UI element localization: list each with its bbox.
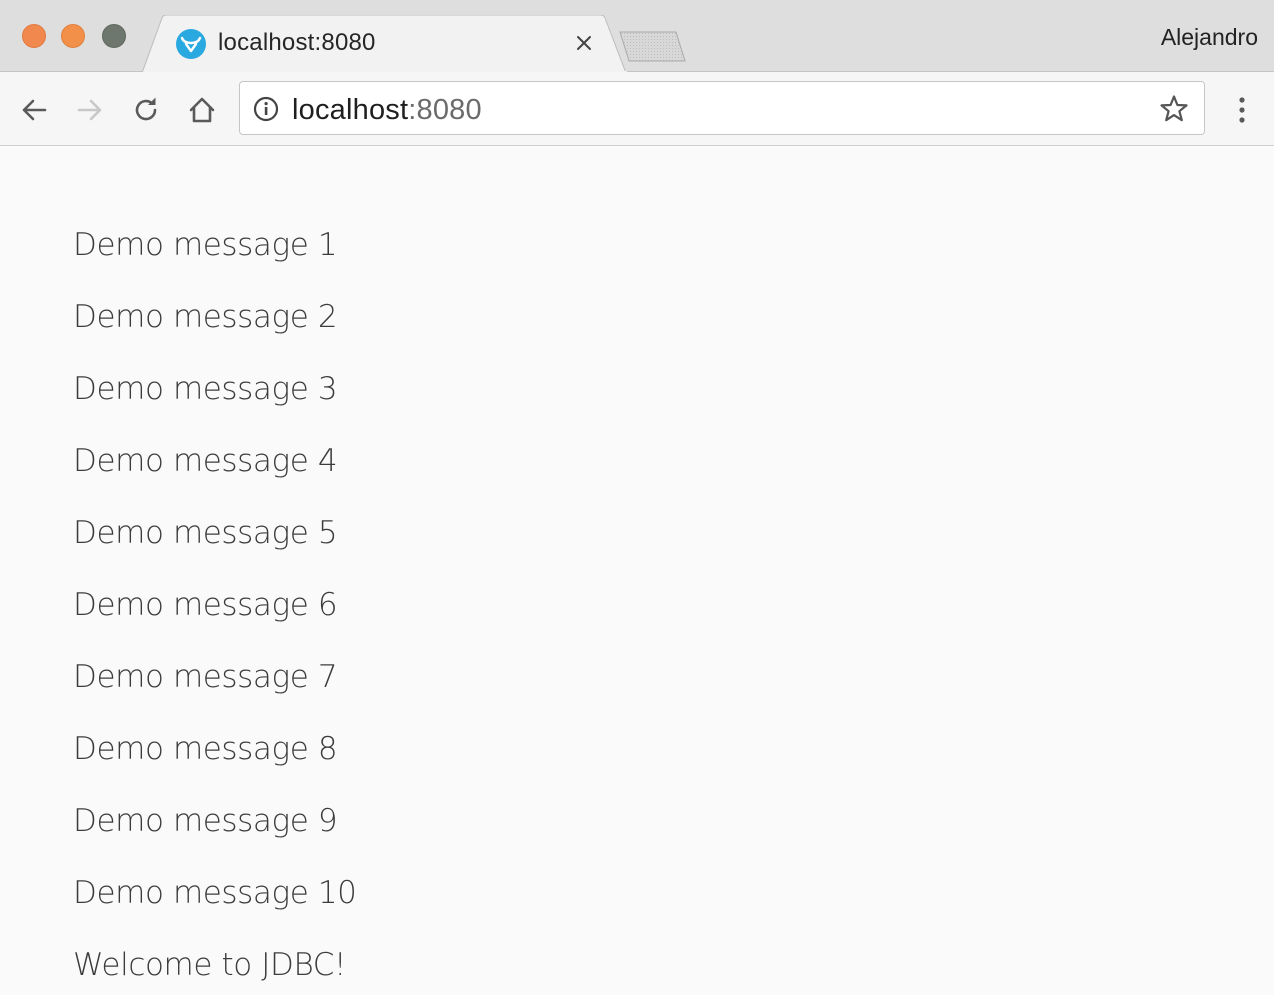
new-tab-button[interactable]: [618, 30, 688, 64]
list-item: Demo message 7: [73, 659, 338, 695]
forward-button[interactable]: [72, 92, 108, 128]
list-item: Demo message 2: [73, 299, 338, 335]
tab-title: localhost:8080: [218, 29, 376, 56]
list-item: Demo message 8: [73, 731, 338, 767]
tab-shape: [142, 15, 627, 73]
home-button[interactable]: [184, 92, 220, 128]
address-url[interactable]: localhost:8080: [292, 94, 482, 127]
list-item: Demo message 1: [73, 227, 338, 263]
browser-window: localhost:8080 Alejandro localhost:8080 …: [0, 0, 1274, 995]
list-item: Demo message 10: [73, 875, 357, 911]
page-content: Demo message 1 Demo message 2 Demo messa…: [0, 147, 1274, 995]
url-port: :8080: [408, 94, 482, 126]
tab-close-icon[interactable]: [572, 31, 596, 55]
tab-localhost[interactable]: localhost:8080: [142, 15, 628, 73]
list-item: Demo message 5: [73, 515, 338, 551]
browser-menu-button[interactable]: [1228, 92, 1256, 128]
vaadin-favicon-icon: [176, 29, 206, 59]
window-maximize-button[interactable]: [102, 24, 126, 48]
browser-toolbar: localhost:8080: [0, 72, 1274, 146]
list-item: Demo message 9: [73, 803, 338, 839]
window-minimize-button[interactable]: [61, 24, 85, 48]
message-list: Demo message 1 Demo message 2 Demo messa…: [73, 223, 357, 995]
tab-strip: localhost:8080 Alejandro: [0, 0, 1274, 73]
reload-icon: [135, 97, 157, 121]
list-item: Demo message 4: [73, 443, 338, 479]
reload-button[interactable]: [128, 92, 164, 128]
window-close-button[interactable]: [22, 24, 46, 48]
info-icon[interactable]: [252, 95, 280, 123]
url-host: localhost: [292, 94, 409, 126]
vertical-dots-icon: [1239, 97, 1245, 123]
arrow-left-icon: [22, 99, 47, 121]
welcome-message: Welcome to JDBC!: [73, 947, 347, 983]
list-item: Demo message 3: [73, 371, 338, 407]
arrow-right-icon: [77, 99, 102, 121]
profile-name[interactable]: Alejandro: [1161, 24, 1258, 51]
address-bar[interactable]: localhost:8080: [239, 81, 1205, 135]
star-icon[interactable]: [1158, 93, 1190, 125]
back-button[interactable]: [16, 92, 52, 128]
list-item: Demo message 6: [73, 587, 338, 623]
home-icon: [189, 97, 215, 123]
